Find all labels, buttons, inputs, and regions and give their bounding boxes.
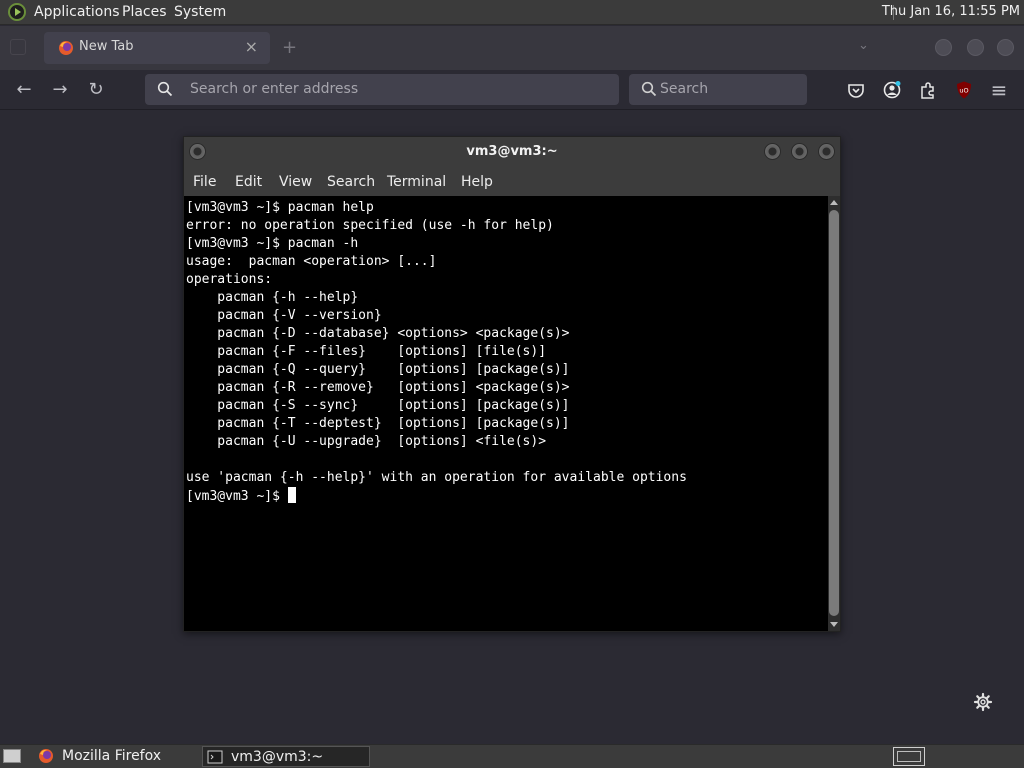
system-menu[interactable]: System xyxy=(174,4,226,20)
terminal-line: operations: xyxy=(186,272,273,287)
svg-text:uO: uO xyxy=(959,87,968,95)
list-all-tabs-button[interactable]: ⌄ xyxy=(858,38,869,53)
terminal-line: pacman {-U --upgrade} [options] <file(s)… xyxy=(186,434,547,449)
back-button[interactable]: ← xyxy=(14,80,34,100)
terminal-line: pacman {-D --database} <options> <packag… xyxy=(186,326,570,341)
browser-navbar: ← → ↻ Search or enter address Search uO … xyxy=(0,70,1024,110)
taskbar-item-label: vm3@vm3:~ xyxy=(231,749,324,765)
terminal-scrollbar[interactable] xyxy=(828,196,840,631)
ublock-origin-icon[interactable]: uO xyxy=(954,80,974,100)
window-close-button[interactable] xyxy=(997,39,1014,56)
search-bar[interactable]: Search xyxy=(629,74,807,105)
terminal-line: pacman {-F --files} [options] [file(s)] xyxy=(186,344,547,359)
scroll-up-arrow-icon[interactable] xyxy=(830,200,838,205)
new-tab-button[interactable]: + xyxy=(282,37,297,58)
terminal-line: pacman {-S --sync} [options] [package(s)… xyxy=(186,398,570,413)
maximize-button[interactable] xyxy=(791,143,808,160)
terminal-line: error: no operation specified (use -h fo… xyxy=(186,218,554,233)
tab-title: New Tab xyxy=(79,39,134,54)
terminal-window[interactable]: vm3@vm3:~ File Edit View Search Terminal… xyxy=(183,136,841,632)
terminal-line: [vm3@vm3 ~]$ pacman -h xyxy=(186,236,359,251)
menu-search[interactable]: Search xyxy=(327,174,375,190)
terminal-output: [vm3@vm3 ~]$ pacman help error: no opera… xyxy=(186,199,687,506)
taskbar-item-firefox[interactable]: Mozilla Firefox xyxy=(34,746,194,767)
firefox-favicon-icon xyxy=(59,41,73,55)
menu-file[interactable]: File xyxy=(193,174,216,190)
taskbar-item-terminal[interactable]: vm3@vm3:~ xyxy=(202,746,370,767)
terminal-line: pacman {-T --deptest} [options] [package… xyxy=(186,416,570,431)
applications-menu[interactable]: Applications xyxy=(34,4,120,20)
terminal-screen[interactable]: [vm3@vm3 ~]$ pacman help error: no opera… xyxy=(184,196,828,631)
menu-view[interactable]: View xyxy=(279,174,312,190)
forward-button[interactable]: → xyxy=(50,80,70,100)
workspace-switcher[interactable] xyxy=(893,747,925,766)
terminal-titlebar[interactable]: vm3@vm3:~ xyxy=(184,137,840,167)
terminal-title: vm3@vm3:~ xyxy=(466,144,558,159)
scroll-down-arrow-icon[interactable] xyxy=(830,622,838,627)
terminal-line: pacman {-h --help} xyxy=(186,290,359,305)
window-minimize-button[interactable] xyxy=(935,39,952,56)
extensions-icon[interactable] xyxy=(918,80,938,100)
bottom-panel: Mozilla Firefox vm3@vm3:~ xyxy=(0,744,1024,768)
top-panel: Applications Places System Thu Jan 16, 1… xyxy=(0,0,1024,25)
menu-edit[interactable]: Edit xyxy=(235,174,262,190)
clock[interactable]: Thu Jan 16, 11:55 PM xyxy=(882,4,1020,19)
terminal-prompt: [vm3@vm3 ~]$ xyxy=(186,489,288,504)
menu-icon[interactable]: ≡ xyxy=(989,80,1009,100)
browser-tab-strip: New Tab × + ⌄ xyxy=(0,26,1024,70)
taskbar-item-label: Mozilla Firefox xyxy=(62,748,162,764)
minimize-button[interactable] xyxy=(764,143,781,160)
menu-help[interactable]: Help xyxy=(461,174,493,190)
menu-terminal[interactable]: Terminal xyxy=(387,174,446,190)
terminal-line: usage: pacman <operation> [...] xyxy=(186,254,437,269)
terminal-line: [vm3@vm3 ~]$ pacman help xyxy=(186,200,374,215)
terminal-menubar: File Edit View Search Terminal Help xyxy=(184,167,840,195)
show-desktop-icon[interactable] xyxy=(3,749,21,763)
search-icon xyxy=(641,81,657,97)
search-icon xyxy=(157,81,173,97)
account-icon[interactable] xyxy=(882,80,902,100)
places-menu[interactable]: Places xyxy=(122,4,167,20)
firefox-view-icon[interactable] xyxy=(10,39,26,55)
terminal-line: pacman {-V --version} xyxy=(186,308,382,323)
tab-close-icon[interactable]: × xyxy=(245,37,258,56)
window-maximize-button[interactable] xyxy=(967,39,984,56)
terminal-line: pacman {-Q --query} [options] [package(s… xyxy=(186,362,570,377)
distro-logo-icon[interactable] xyxy=(8,3,26,21)
search-bar-placeholder: Search xyxy=(660,81,709,97)
terminal-cursor xyxy=(287,487,296,503)
pocket-icon[interactable] xyxy=(846,80,866,100)
address-bar[interactable]: Search or enter address xyxy=(145,74,619,105)
terminal-icon xyxy=(207,750,223,764)
gear-icon[interactable] xyxy=(973,692,993,712)
firefox-icon xyxy=(39,749,53,763)
scrollbar-thumb[interactable] xyxy=(829,210,839,616)
reload-button[interactable]: ↻ xyxy=(86,80,106,100)
address-bar-placeholder: Search or enter address xyxy=(190,81,359,97)
close-button[interactable] xyxy=(818,143,835,160)
terminal-line: use 'pacman {-h --help}' with an operati… xyxy=(186,470,687,485)
tab-new-tab[interactable]: New Tab × xyxy=(44,32,270,64)
terminal-line: pacman {-R --remove} [options] <package(… xyxy=(186,380,570,395)
